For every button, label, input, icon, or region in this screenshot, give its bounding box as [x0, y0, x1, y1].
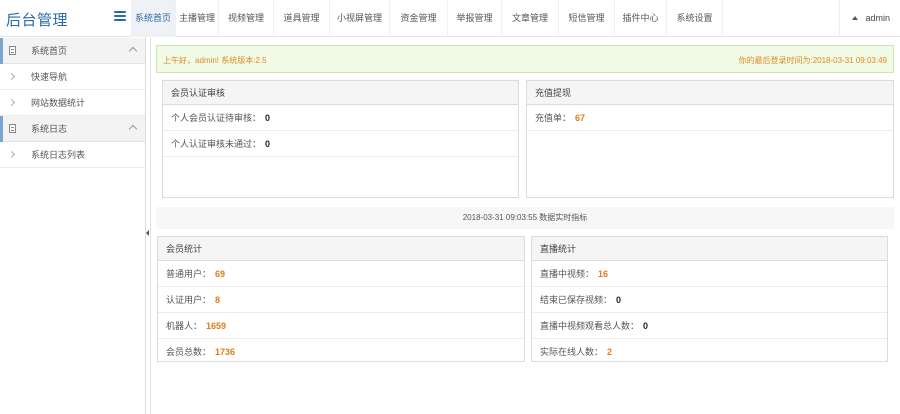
stat-row: 机器人： 1659 [158, 313, 524, 339]
realtime-indicator: 2018-03-31 09:03:55 数据实时指标 [156, 207, 894, 229]
stat-row: 结束已保存视频： 0 [532, 287, 887, 313]
row-label: 机器人： [166, 321, 203, 331]
sidebar-item-label: 网站数据统计 [31, 98, 86, 108]
panel-title: 会员认证审核 [163, 81, 518, 105]
chevron-up-icon [128, 46, 138, 56]
welcome-notice: 上午好，admin! 系统版本:2.5 你的最后登录时间为:2018-03-31… [156, 45, 894, 73]
row-label: 直播中视频观看总人数： [540, 321, 640, 331]
stat-row: 直播中视频： 16 [532, 261, 887, 287]
nav-item-short-video[interactable]: 小视屏管理 [330, 0, 390, 37]
nav-item-article[interactable]: 文章管理 [502, 0, 559, 37]
sidebar: 系统首页 快速导航 网站数据统计 系统日志 系统日志列表 [0, 38, 146, 414]
row-label: 会员总数： [166, 347, 212, 357]
stat-row: 直播中视频观看总人数： 0 [532, 313, 887, 339]
sidebar-item-site-stats[interactable]: 网站数据统计 [0, 90, 145, 116]
stat-row: 认证用户： 8 [158, 287, 524, 313]
row-label: 实际在线人数： [540, 347, 604, 357]
stat-row: 实际在线人数： 2 [532, 339, 887, 365]
verify-pending-row: 个人会员认证待审核： 0 [163, 105, 518, 131]
row-label: 充值单： [535, 113, 572, 123]
menu-toggle-icon[interactable] [114, 11, 126, 23]
row-value: 0 [643, 321, 649, 331]
row-label: 结束已保存视频： [540, 295, 613, 305]
nav-item-sms[interactable]: 短信管理 [559, 0, 615, 37]
app-title: 后台管理 [6, 11, 69, 29]
content-divider [150, 38, 151, 414]
row-value: 2 [607, 347, 613, 357]
caret-up-icon [852, 16, 859, 20]
row-value: 1736 [215, 347, 236, 357]
row-label: 个人认证审核未通过： [171, 139, 262, 149]
nav-item-report[interactable]: 举报管理 [448, 0, 502, 37]
row-value: 0 [265, 113, 271, 123]
panel-title: 充值提现 [527, 81, 893, 105]
row-label: 个人会员认证待审核： [171, 113, 262, 123]
row-value: 1659 [206, 321, 227, 331]
nav-item-props[interactable]: 道具管理 [274, 0, 330, 37]
document-icon [9, 124, 16, 133]
document-icon [9, 46, 16, 55]
nav-item-home[interactable]: 系统首页 [131, 0, 176, 37]
sidebar-group-label: 系统日志 [31, 124, 68, 134]
panel-title: 直播统计 [532, 237, 887, 261]
header-divider [839, 0, 840, 37]
sidebar-item-log-list[interactable]: 系统日志列表 [0, 142, 145, 168]
row-value: 0 [616, 295, 622, 305]
last-login-text: 你的最后登录时间为:2018-03-31 09:03:49 [738, 56, 887, 65]
row-value: 8 [215, 295, 221, 305]
verify-rejected-row: 个人认证审核未通过： 0 [163, 131, 518, 157]
row-label: 普通用户： [166, 269, 212, 279]
row-value: 0 [265, 139, 271, 149]
row-value: 69 [215, 269, 226, 279]
member-stats-panel: 会员统计 普通用户： 69 认证用户： 8 机器人： 1659 会员总数： 1736 [157, 236, 525, 362]
live-stats-panel: 直播统计 直播中视频： 16 结束已保存视频： 0 直播中视频观看总人数： 0 实际在… [531, 236, 888, 362]
row-value: 16 [598, 269, 609, 279]
row-label: 直播中视频： [540, 269, 595, 279]
greeting-text: 上午好，admin! 系统版本:2.5 [163, 56, 267, 65]
user-name: admin [865, 13, 890, 23]
sidebar-group-logs[interactable]: 系统日志 [0, 116, 145, 142]
nav-item-video[interactable]: 视频管理 [219, 0, 274, 37]
stat-row: 会员总数： 1736 [158, 339, 524, 365]
row-label: 认证用户： [166, 295, 212, 305]
chevron-up-icon [128, 124, 138, 134]
chevron-right-icon [7, 150, 16, 159]
recharge-orders-row: 充值单： 67 [527, 105, 893, 131]
sidebar-item-quick-nav[interactable]: 快速导航 [0, 64, 145, 90]
row-value: 67 [575, 113, 586, 123]
top-nav: 系统首页 主播管理 视频管理 道具管理 小视屏管理 资金管理 举报管理 文章管理… [131, 0, 723, 37]
stat-row: 普通用户： 69 [158, 261, 524, 287]
sidebar-item-label: 快速导航 [31, 72, 68, 82]
user-menu[interactable]: admin [852, 0, 890, 37]
nav-item-funds[interactable]: 资金管理 [390, 0, 448, 37]
recharge-panel: 充值提现 充值单： 67 [526, 80, 894, 198]
panel-title: 会员统计 [158, 237, 524, 261]
chevron-right-icon [7, 98, 16, 107]
nav-item-plugins[interactable]: 插件中心 [615, 0, 667, 37]
sidebar-item-label: 系统日志列表 [31, 150, 86, 160]
member-verify-panel: 会员认证审核 个人会员认证待审核： 0 个人认证审核未通过： 0 [162, 80, 519, 198]
top-header: 后台管理 系统首页 主播管理 视频管理 道具管理 小视屏管理 资金管理 举报管理… [0, 0, 900, 37]
sidebar-group-home[interactable]: 系统首页 [0, 38, 145, 64]
chevron-right-icon [7, 72, 16, 81]
nav-item-anchor[interactable]: 主播管理 [176, 0, 219, 37]
sidebar-group-label: 系统首页 [31, 46, 68, 56]
nav-item-settings[interactable]: 系统设置 [667, 0, 723, 37]
